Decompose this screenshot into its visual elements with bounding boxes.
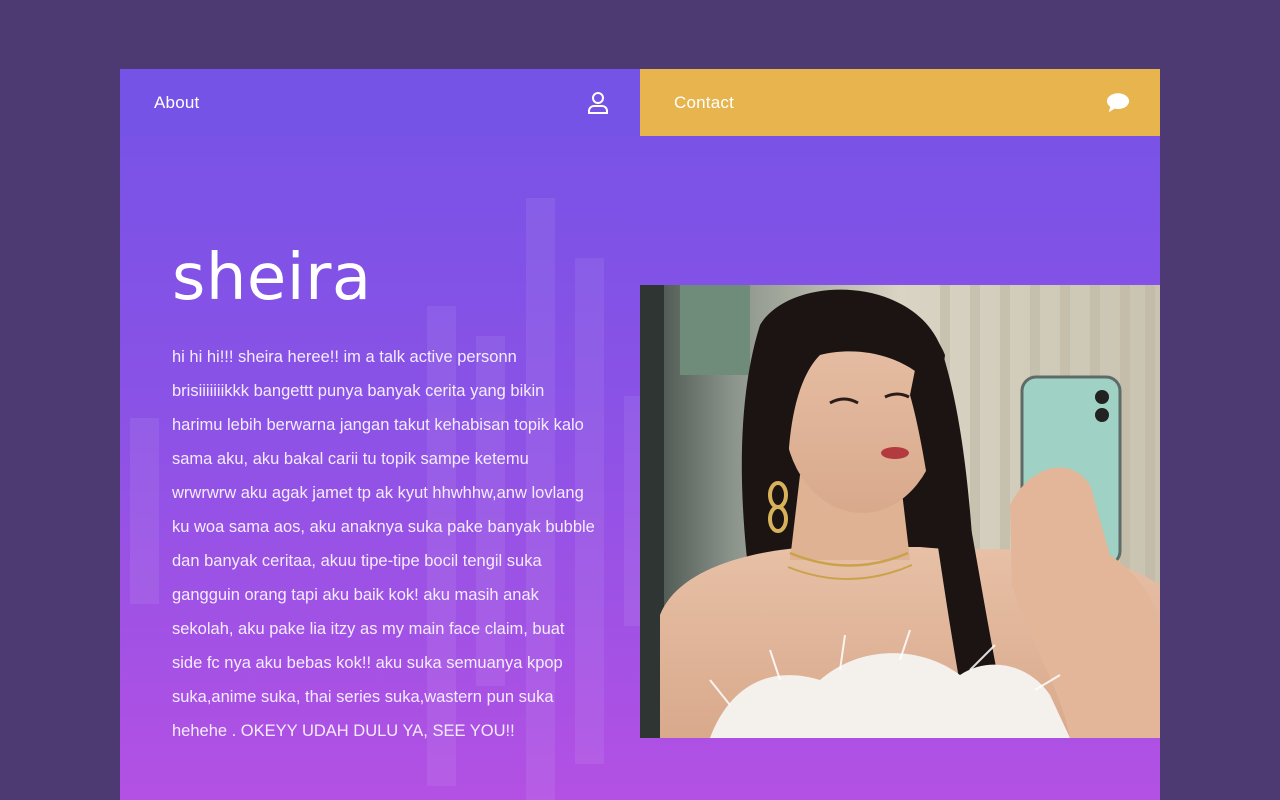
profile-name: sheira: [172, 241, 372, 315]
nav-about-label: About: [154, 92, 200, 112]
decorative-bar: [130, 418, 159, 604]
decorative-bar: [624, 396, 640, 626]
profile-bio: hi hi hi!!! sheira heree!! im a talk act…: [172, 348, 595, 740]
nav-about[interactable]: About: [120, 69, 640, 136]
profile-photo: [640, 285, 1160, 738]
nav-contact-label: Contact: [674, 92, 734, 112]
profile-card: About Contact sheira hi hi hi!!! sheira …: [120, 69, 1160, 800]
chat-bubble-icon: [1106, 91, 1130, 115]
nav-contact[interactable]: Contact: [640, 69, 1160, 136]
user-icon: [586, 91, 610, 115]
